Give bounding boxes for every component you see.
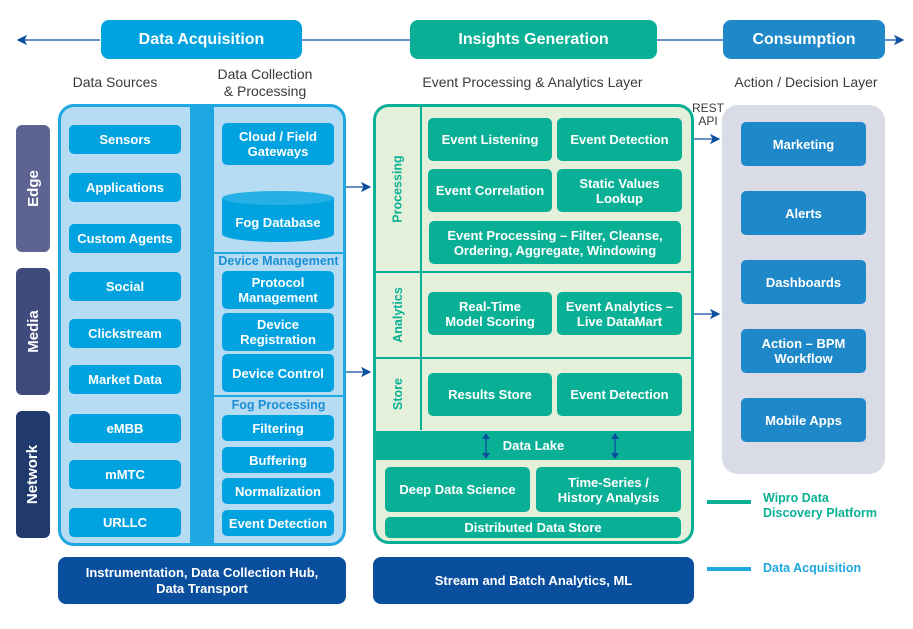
consumption-marketing: Marketing — [741, 122, 866, 166]
source-market-data: Market Data — [69, 365, 181, 394]
event-analytics-datamart: Event Analytics – Live DataMart — [557, 292, 682, 335]
event-listening: Event Listening — [428, 118, 552, 161]
bidirectional-arrow-icon — [611, 433, 619, 459]
stage-data-acquisition: Data Acquisition — [101, 20, 302, 59]
rest-api-label: REST API — [691, 101, 724, 128]
subtitle-event-processing: Event Processing & Analytics Layer — [422, 74, 643, 90]
consumption-dashboards: Dashboards — [741, 260, 866, 304]
source-sensors: Sensors — [69, 125, 181, 154]
row-label-store: Store — [390, 378, 405, 410]
row-label-processing: Processing — [391, 155, 406, 223]
time-series-history-analysis: Time-Series / History Analysis — [536, 467, 681, 512]
stage-consumption: Consumption — [723, 20, 885, 59]
fog-event-detection: Event Detection — [222, 510, 334, 536]
consumption-bpm-workflow: Action – BPM Workflow — [741, 329, 866, 373]
protocol-management: Protocol Management — [222, 271, 334, 309]
distributed-data-store: Distributed Data Store — [385, 517, 681, 538]
fog-filtering: Filtering — [222, 415, 334, 441]
legend-swatch-platform — [707, 500, 751, 504]
device-control: Device Control — [222, 354, 334, 392]
subtitle-action-layer: Action / Decision Layer — [734, 74, 878, 90]
fog-database-label: Fog Database — [235, 214, 321, 230]
stage-insights-generation: Insights Generation — [410, 20, 657, 59]
source-urllc: URLLC — [69, 508, 181, 537]
subtitle-data-collection: Data Collection & Processing — [217, 66, 313, 99]
store-event-detection: Event Detection — [557, 373, 682, 416]
legend-swatch-data-acquisition — [707, 567, 751, 571]
results-store: Results Store — [428, 373, 552, 416]
instrumentation-bar: Instrumentation, Data Collection Hub, Da… — [58, 557, 346, 604]
column-divider — [190, 106, 214, 544]
row-divider — [376, 271, 691, 273]
source-mmtc: mMTC — [69, 460, 181, 489]
row-divider — [376, 357, 691, 359]
fog-processing-title: Fog Processing — [231, 398, 326, 412]
row-label-analytics: Analytics — [391, 286, 405, 343]
source-custom-agents: Custom Agents — [69, 224, 181, 253]
subtitle-data-sources: Data Sources — [72, 74, 158, 90]
source-social: Social — [69, 272, 181, 301]
device-registration: Device Registration — [222, 313, 334, 351]
source-embb: eMBB — [69, 414, 181, 443]
row-label-divider — [420, 107, 422, 430]
consumption-alerts: Alerts — [741, 191, 866, 235]
legend-label-data-acquisition: Data Acquisition — [763, 561, 862, 575]
bidirectional-arrow-icon — [482, 433, 490, 459]
real-time-model-scoring: Real-Time Model Scoring — [428, 292, 552, 335]
device-management-title: Device Management — [218, 254, 339, 268]
section-divider — [214, 395, 343, 397]
fog-buffering: Buffering — [222, 447, 334, 473]
event-processing: Event Processing – Filter, Cleanse, Orde… — [429, 221, 681, 264]
deep-data-science: Deep Data Science — [385, 467, 530, 512]
source-clickstream: Clickstream — [69, 319, 181, 348]
tab-edge: Edge — [16, 125, 50, 252]
event-detection: Event Detection — [557, 118, 682, 161]
event-correlation: Event Correlation — [428, 169, 552, 212]
data-lake: Data Lake — [376, 431, 691, 460]
tab-network: Network — [16, 411, 50, 538]
consumption-mobile-apps: Mobile Apps — [741, 398, 866, 442]
cloud-field-gateways: Cloud / Field Gateways — [222, 123, 334, 165]
static-values-lookup: Static Values Lookup — [557, 169, 682, 212]
tab-media: Media — [16, 268, 50, 395]
source-applications: Applications — [69, 173, 181, 202]
stream-batch-analytics-bar: Stream and Batch Analytics, ML — [373, 557, 694, 604]
fog-normalization: Normalization — [222, 478, 334, 504]
legend-label-platform: Wipro Data Discovery Platform — [763, 491, 877, 520]
